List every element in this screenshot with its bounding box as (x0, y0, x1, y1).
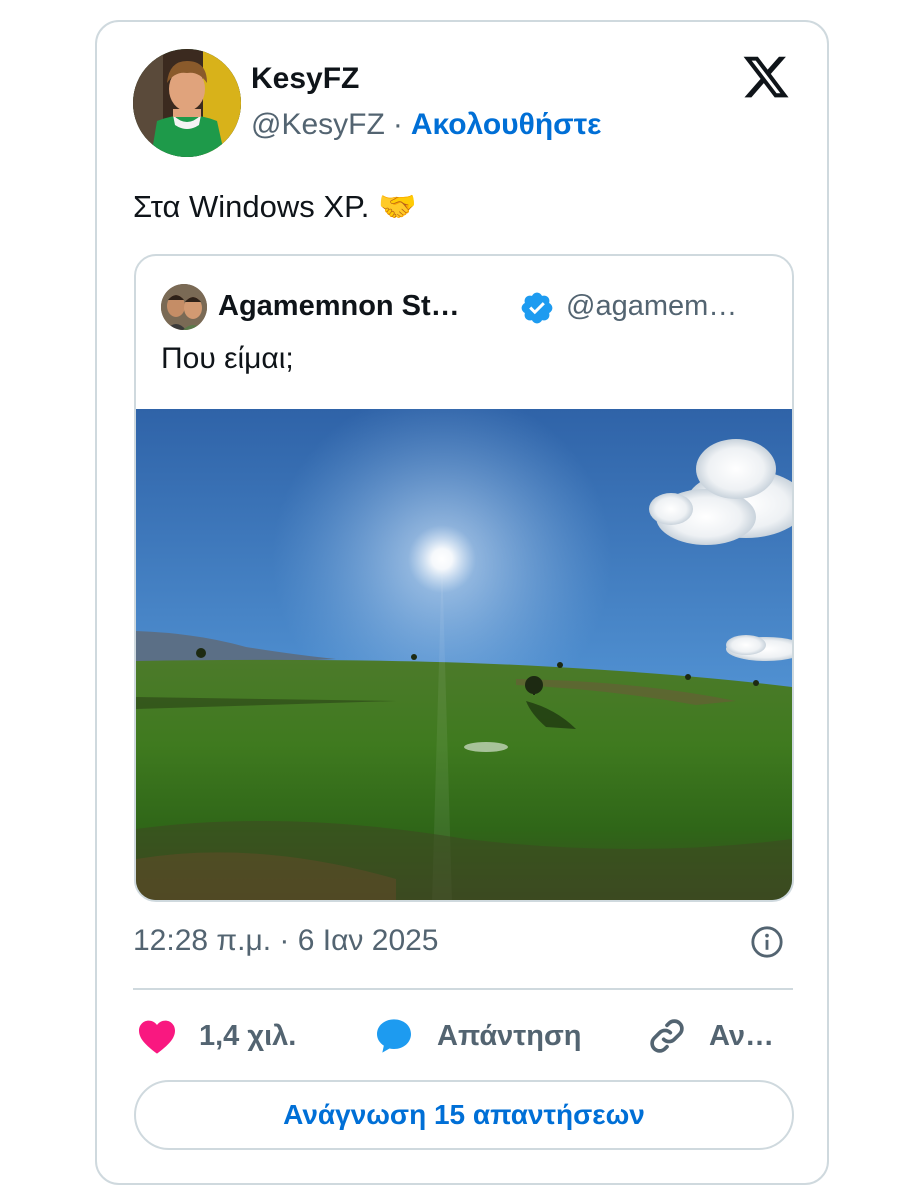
author-handle-line: @KesyFZ · Ακολουθήστε (251, 108, 601, 142)
quoted-tweet-text: Που είμαι; (161, 342, 294, 375)
author-avatar[interactable] (133, 49, 241, 157)
author-handle[interactable]: @KesyFZ (251, 108, 385, 141)
heart-icon (139, 1020, 175, 1054)
embedded-tweet-card: KesyFZ @KesyFZ · Ακολουθήστε Στα Windows X… (95, 20, 829, 1185)
tweet-timestamp[interactable]: 12:28 π.μ. · 6 Ιαν 2025 (133, 924, 439, 958)
reply-button[interactable]: Απάντηση (373, 1014, 582, 1058)
link-icon (650, 1019, 684, 1053)
author-name[interactable]: KesyFZ (251, 62, 359, 96)
read-replies-button[interactable]: Ανάγνωση 15 απαντήσεων (134, 1080, 794, 1150)
separator-dot: · (392, 108, 403, 141)
like-button[interactable]: 1,4 χιλ. (137, 1014, 296, 1058)
tweet-body: Στα Windows XP. (133, 189, 370, 224)
handshake-emoji-icon: 🤝 (378, 189, 417, 225)
divider (133, 988, 793, 990)
copy-link-label: Αν… (709, 1019, 774, 1052)
info-icon[interactable] (750, 925, 784, 959)
like-count: 1,4 χιλ. (199, 1019, 297, 1052)
x-logo-icon[interactable] (741, 52, 791, 102)
quoted-tweet[interactable]: Agamemnon St… @agamem… Που είμαι; (134, 254, 794, 902)
follow-link[interactable]: Ακολουθήστε (411, 108, 602, 141)
reply-label: Απάντηση (437, 1019, 582, 1052)
quoted-tweet-photo[interactable] (136, 409, 792, 900)
tweet-text: Στα Windows XP. 🤝 (133, 188, 417, 225)
copy-link-button[interactable]: Αν… (647, 1014, 774, 1058)
quoted-author-handle: @agamem… (566, 290, 738, 322)
verified-badge-icon (519, 290, 555, 326)
quoted-author-name: Agamemnon St… (218, 290, 460, 322)
quoted-author-avatar (161, 284, 207, 330)
speech-bubble-icon (377, 1019, 411, 1053)
